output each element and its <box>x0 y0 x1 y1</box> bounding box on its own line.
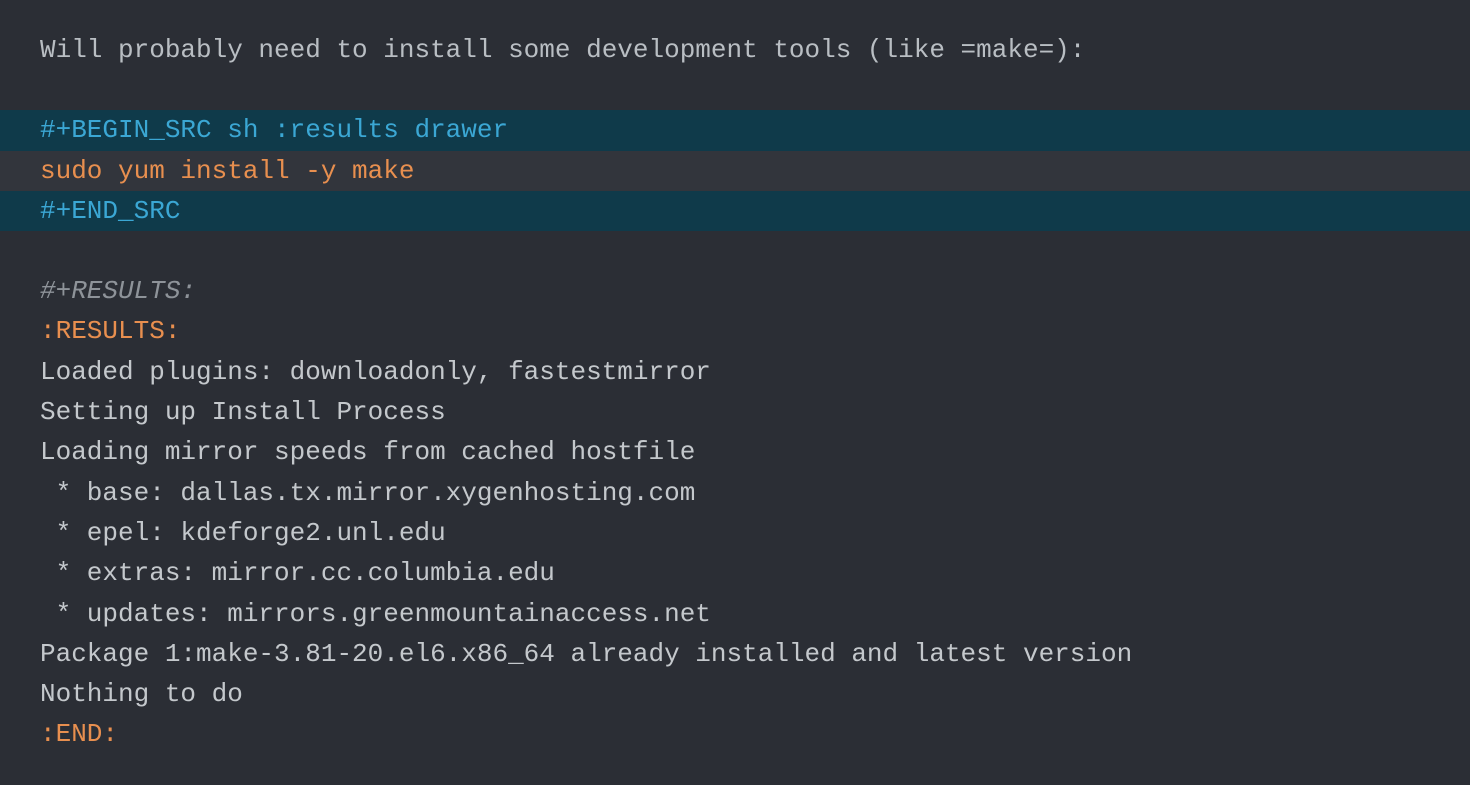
src-block-code: sudo yum install -y make <box>0 151 1470 191</box>
drawer-open-marker: :RESULTS: <box>0 311 1470 351</box>
intro-text: Will probably need to install some devel… <box>0 30 1470 70</box>
results-header: #+RESULTS: <box>0 271 1470 311</box>
output-line: * extras: mirror.cc.columbia.edu <box>0 553 1470 593</box>
output-line: Loaded plugins: downloadonly, fastestmir… <box>0 352 1470 392</box>
output-line: Setting up Install Process <box>0 392 1470 432</box>
drawer-close-marker: :END: <box>0 714 1470 754</box>
spacer <box>0 231 1470 271</box>
output-line: Loading mirror speeds from cached hostfi… <box>0 432 1470 472</box>
src-block-end: #+END_SRC <box>0 191 1470 231</box>
output-line: Nothing to do <box>0 674 1470 714</box>
org-mode-buffer: Will probably need to install some devel… <box>0 0 1470 785</box>
output-line: * epel: kdeforge2.unl.edu <box>0 513 1470 553</box>
output-line: Package 1:make-3.81-20.el6.x86_64 alread… <box>0 634 1470 674</box>
src-block-begin: #+BEGIN_SRC sh :results drawer <box>0 110 1470 150</box>
output-line: * updates: mirrors.greenmountainaccess.n… <box>0 594 1470 634</box>
output-line: * base: dallas.tx.mirror.xygenhosting.co… <box>0 473 1470 513</box>
